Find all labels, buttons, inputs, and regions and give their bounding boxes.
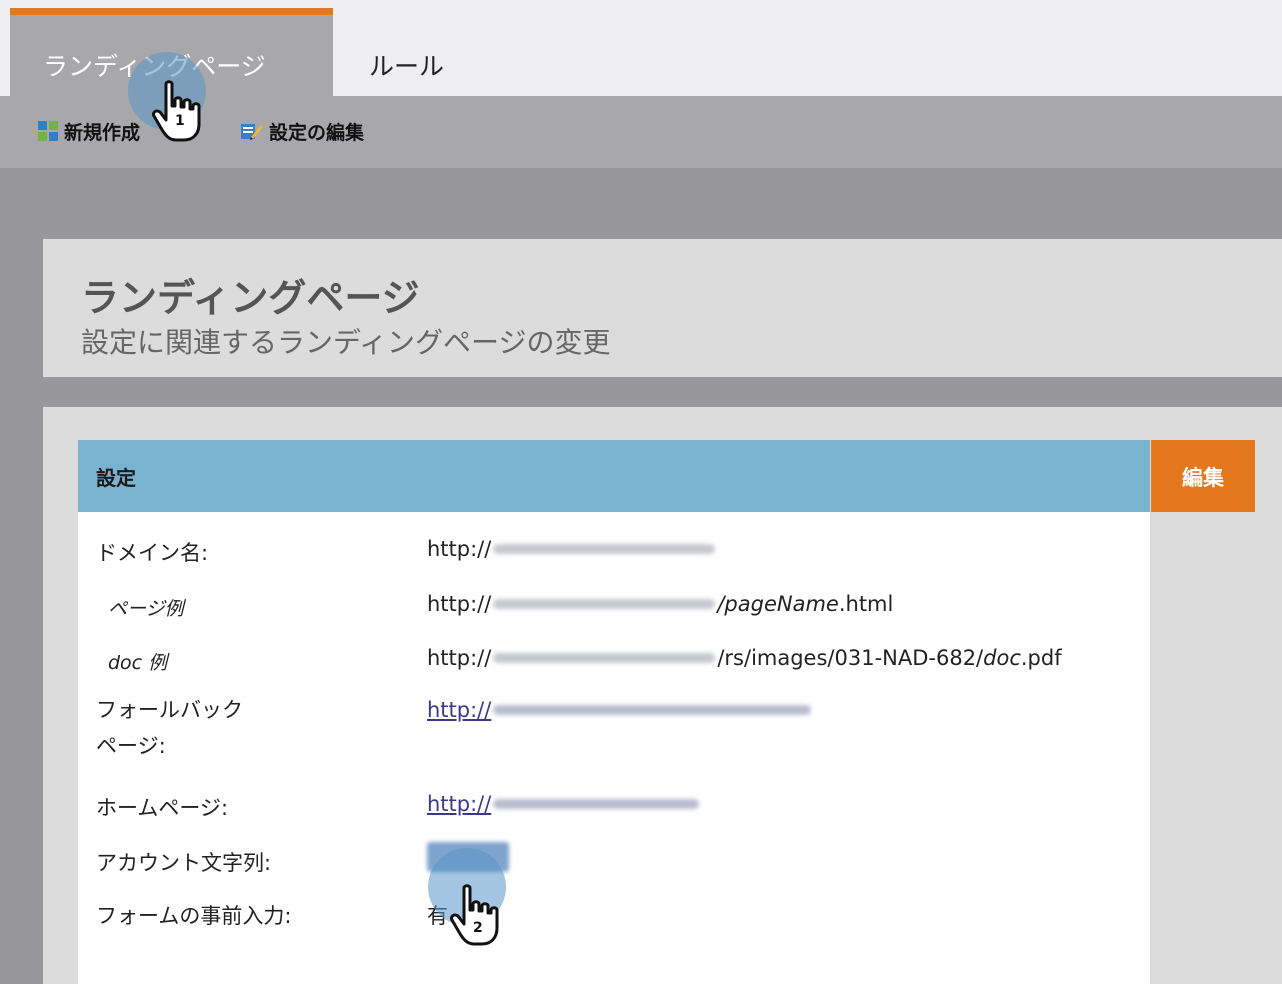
fallback-page-label-line2: ページ: (96, 734, 166, 758)
page-example-value: http:// /pageName .html (427, 592, 893, 616)
page-example-path: /pageName (717, 592, 839, 616)
fallback-page-label-line1: フォールバック (96, 698, 243, 722)
fallback-page-label: フォールバック ページ: (96, 692, 243, 764)
domain-name-prefix: http:// (427, 537, 492, 561)
panel-header: ランディングページ 設定に関連するランディングページの変更 (43, 239, 1282, 377)
edit-button-label: 編集 (1182, 466, 1224, 490)
home-page-link-prefix[interactable]: http:// (427, 792, 491, 816)
home-page-link[interactable]: http:// (427, 792, 701, 816)
doc-example-value: http:// /rs/images/031-NAD-682/ doc .pdf (427, 646, 1062, 670)
domain-name-value: http:// (427, 537, 717, 561)
cursor-1-number: 1 (175, 113, 185, 129)
redacted-url (493, 705, 812, 715)
hand-cursor-2-icon: 2 (448, 884, 504, 952)
domain-name-label: ドメイン名: (96, 541, 209, 565)
main-area: ランディングページ 設定に関連するランディングページの変更 設定 ドメイン名: … (0, 168, 1282, 984)
account-string-label: アカウント文字列: (96, 851, 272, 875)
doc-example-path: /rs/images/031-NAD-682/ (717, 646, 984, 670)
edit-settings-label: 設定の編集 (269, 121, 365, 144)
settings-section-title: 設定 (96, 466, 136, 490)
home-page-label: ホームページ: (96, 796, 229, 820)
doc-example-ext: .pdf (1020, 646, 1062, 670)
settings-section-header: 設定 (78, 440, 1150, 512)
tab-rules-label: ルール (369, 52, 445, 81)
new-grid-icon (38, 121, 58, 141)
redacted-url (493, 799, 700, 809)
doc-example-file: doc (983, 646, 1021, 670)
fallback-page-link[interactable]: http:// (427, 698, 813, 722)
form-prefill-label: フォームの事前入力: (96, 904, 292, 928)
doc-example-prefix: http:// (427, 646, 492, 670)
fallback-page-link-prefix[interactable]: http:// (427, 698, 491, 722)
edit-settings-icon (241, 121, 263, 141)
edit-settings-button[interactable]: 設定の編集 (241, 118, 364, 144)
page-subtitle: 設定に関連するランディングページの変更 (81, 326, 611, 359)
page-example-prefix: http:// (427, 592, 492, 616)
page-example-ext: .html (838, 592, 894, 616)
doc-example-label: doc 例 (108, 652, 168, 674)
redacted-domain (493, 544, 716, 554)
cursor-2-number: 2 (473, 920, 483, 936)
edit-button[interactable]: 編集 (1151, 440, 1255, 512)
panel-body: 設定 ドメイン名: http:// ページ例 http:// /pageName… (43, 407, 1282, 984)
page-title: ランディングページ (81, 276, 420, 320)
settings-section: 設定 ドメイン名: http:// ページ例 http:// /pageName… (78, 440, 1150, 984)
redacted-domain (493, 653, 716, 663)
hand-cursor-1-icon: 1 (150, 80, 206, 148)
tab-rules[interactable]: ルール (333, 8, 533, 96)
page-example-label: ページ例 (108, 598, 184, 620)
redacted-domain (493, 599, 716, 609)
new-button-label: 新規作成 (64, 121, 141, 144)
new-button[interactable]: 新規作成 (38, 118, 140, 144)
